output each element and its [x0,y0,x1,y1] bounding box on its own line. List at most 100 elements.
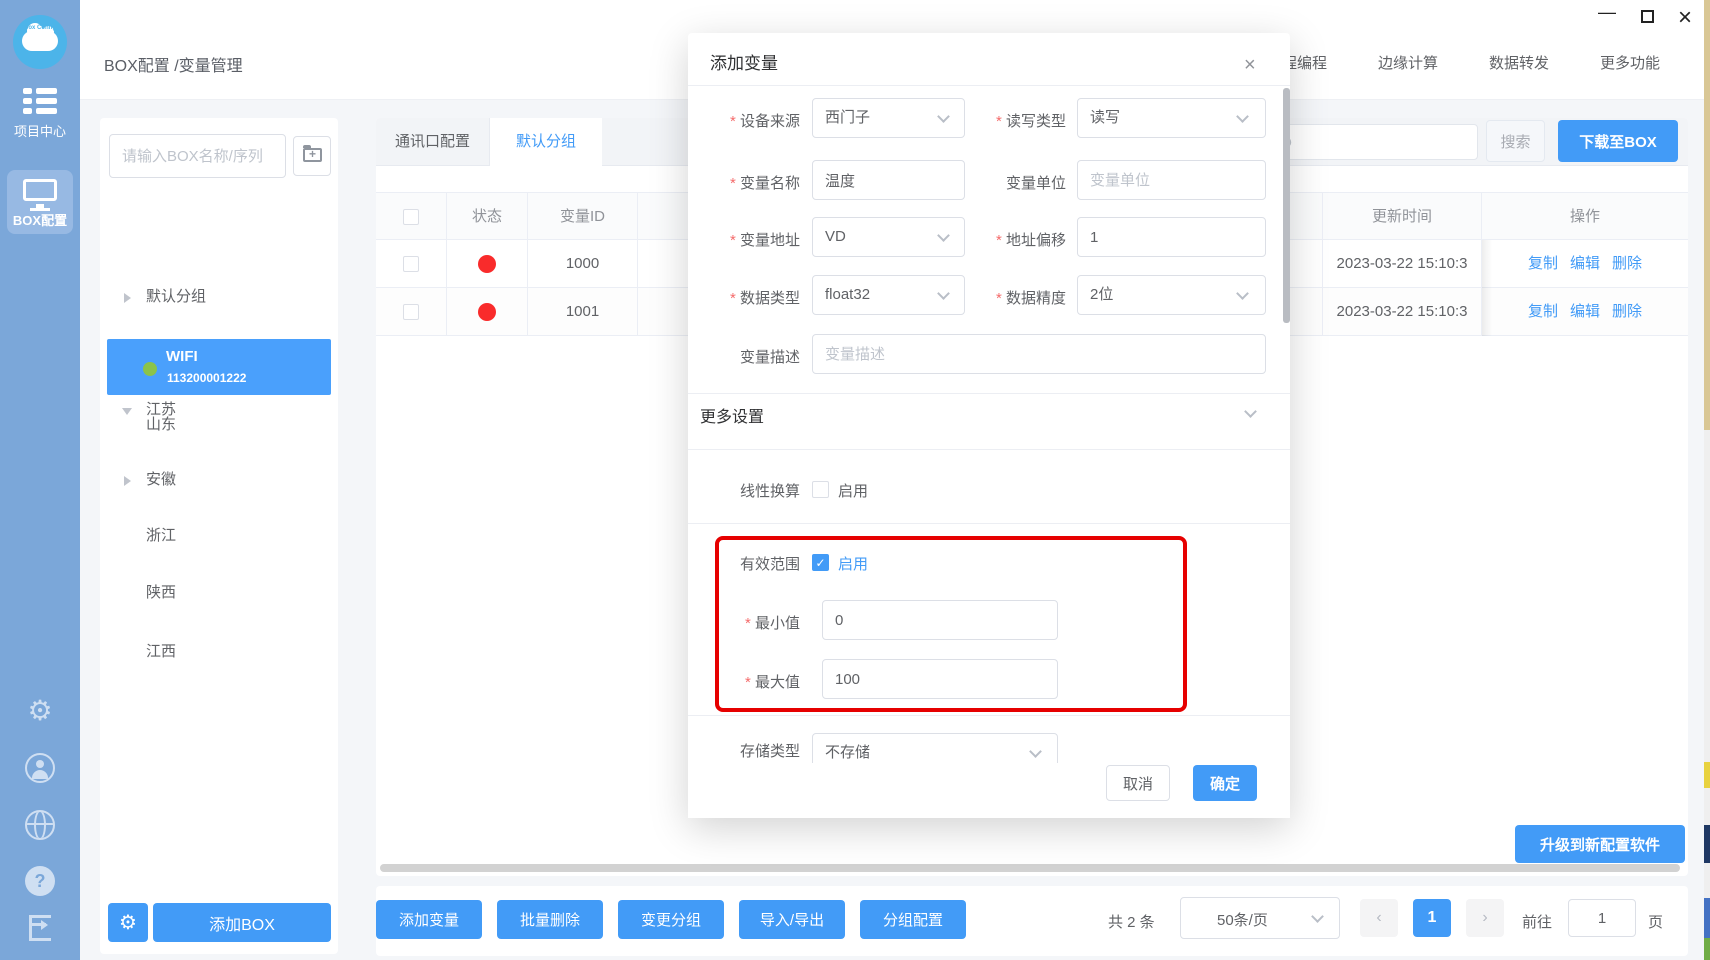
current-page-button[interactable]: 1 [1413,899,1451,937]
horizontal-scrollbar[interactable] [380,864,1680,872]
tree-item-default-group[interactable]: 默认分组 [100,280,338,314]
device-source-select[interactable]: 西门子 [812,98,965,138]
add-group-button[interactable] [293,136,331,176]
screen-edge-sliver [1704,788,1710,825]
addr-offset-input[interactable] [1077,217,1266,257]
cell-var-id: 1001 [528,288,638,336]
tab-default-group[interactable]: 默认分组 [490,118,602,166]
dialog-close-icon[interactable]: × [1244,55,1256,75]
var-desc-label: 变量描述 [698,346,800,367]
select-all-checkbox[interactable] [403,209,419,225]
group-config-button[interactable]: 分组配置 [860,900,966,939]
tree-item-wifi-selected[interactable]: WIFI 113200001222 [107,339,331,395]
edit-link[interactable]: 编辑 [1570,255,1600,272]
edit-link[interactable]: 编辑 [1570,303,1600,320]
prev-page-button[interactable]: ‹ [1360,899,1398,937]
screen-edge-sliver [1704,938,1710,960]
sidebar-item-box-config[interactable]: BOX配置 [7,170,73,234]
var-addr-select[interactable]: VD [812,217,965,257]
addr-offset-label: 地址偏移 [966,229,1066,250]
app-window: Box Config 项目中心 BOX配置 ⚙ ? [0,0,1710,960]
precision-select[interactable]: 2位 [1077,275,1266,315]
logout-icon[interactable] [22,915,58,951]
chevron-down-icon [1029,745,1042,758]
more-settings-section-label: 更多设置 [700,403,764,427]
fixed-column-shadow [1482,240,1492,288]
screen-edge-sliver [1704,0,1710,430]
nav-item-edge-computing[interactable]: 边缘计算 [1378,52,1438,73]
tree-item-shandong[interactable]: 山东 [100,408,338,442]
chevron-right-icon [124,476,131,486]
tree-item-jiangxi[interactable]: 江西 [100,635,338,669]
box-search-input[interactable] [109,134,286,178]
copy-link[interactable]: 复制 [1528,255,1558,272]
change-group-button[interactable]: 变更分组 [618,900,724,939]
row-checkbox[interactable] [403,304,419,320]
var-unit-label: 变量单位 [966,172,1066,193]
import-export-button[interactable]: 导入/导出 [739,900,845,939]
goto-page-label: 前往 [1522,911,1552,932]
chevron-down-icon [1236,110,1249,123]
sidebar-item-label: BOX配置 [7,210,73,229]
main-sidebar: Box Config 项目中心 BOX配置 ⚙ ? [0,0,80,960]
page-size-select[interactable]: 50条/页 [1180,897,1340,939]
linear-enable-checkbox[interactable] [812,481,829,498]
confirm-button[interactable]: 确定 [1193,765,1257,801]
spacer [100,235,338,269]
header-checkbox-cell [376,193,447,241]
window-minimize-button[interactable]: — [1598,2,1616,23]
cancel-button[interactable]: 取消 [1106,765,1170,801]
window-close-button[interactable]: × [1678,4,1692,32]
var-desc-input[interactable] [812,334,1266,374]
column-operation: 操作 [1482,193,1688,241]
batch-delete-button[interactable]: 批量删除 [497,900,603,939]
help-icon[interactable]: ? [22,866,58,902]
nav-item-data-forwarding[interactable]: 数据转发 [1489,52,1549,73]
var-name-input[interactable] [812,160,965,200]
window-maximize-button[interactable] [1641,10,1654,23]
globe-icon[interactable] [22,810,58,846]
add-box-button[interactable]: 添加BOX [153,903,331,942]
column-var-id: 变量ID [528,193,638,241]
rw-type-select[interactable]: 读写 [1077,98,1266,138]
screen-edge-sliver [1704,430,1710,762]
screen-edge-sliver [1704,898,1710,938]
tree-item-shaanxi[interactable]: 陕西 [100,576,338,610]
rw-type-label: 读写类型 [966,110,1066,131]
panel-settings-button[interactable]: ⚙ [108,903,148,942]
tab-comm-port-config[interactable]: 通讯口配置 [376,118,490,166]
tree-item-zhejiang[interactable]: 浙江 [100,519,338,553]
cell-update-time: 2023-03-22 15:10:3 [1323,288,1482,336]
add-variable-button[interactable]: 添加变量 [376,900,482,939]
nav-item-more-functions[interactable]: 更多功能 [1600,52,1660,73]
next-page-button[interactable]: › [1466,899,1504,937]
data-type-select[interactable]: float32 [812,275,965,315]
total-count-label: 共 2 条 [1108,911,1155,932]
collapse-chevron-icon[interactable] [1244,405,1257,418]
var-unit-input[interactable] [1077,160,1266,200]
upgrade-config-software-button[interactable]: 升级到新配置软件 [1515,825,1685,863]
monitor-icon [23,179,57,201]
download-to-box-button[interactable]: 下载至BOX [1558,120,1678,162]
settings-wifi-icon[interactable]: ⚙ [22,695,58,731]
folder-plus-icon [303,148,322,162]
user-account-icon[interactable] [22,753,58,789]
bottom-toolbar: 添加变量 批量删除 变更分组 导入/导出 分组配置 共 2 条 50条/页 ‹ … [376,886,1688,956]
highlight-red-box [715,536,1187,712]
row-checkbox[interactable] [403,256,419,272]
breadcrumb: BOX配置 /变量管理 [104,52,243,76]
search-button[interactable]: 搜索 [1486,120,1545,162]
dialog-scrollbar[interactable] [1283,88,1290,323]
copy-link[interactable]: 复制 [1528,303,1558,320]
delete-link[interactable]: 删除 [1612,255,1642,272]
fixed-column-shadow [1482,288,1492,336]
delete-link[interactable]: 删除 [1612,303,1642,320]
storage-type-select[interactable]: 不存储 [812,733,1058,763]
app-logo: Box Config [13,15,67,69]
tree-item-anhui[interactable]: 安徽 [100,463,338,497]
goto-page-input[interactable] [1568,899,1636,937]
grid-icon [23,88,57,114]
sidebar-item-project-center[interactable]: 项目中心 [0,88,80,140]
linear-conversion-label: 线性换算 [698,480,800,501]
page-unit-label: 页 [1648,911,1663,932]
